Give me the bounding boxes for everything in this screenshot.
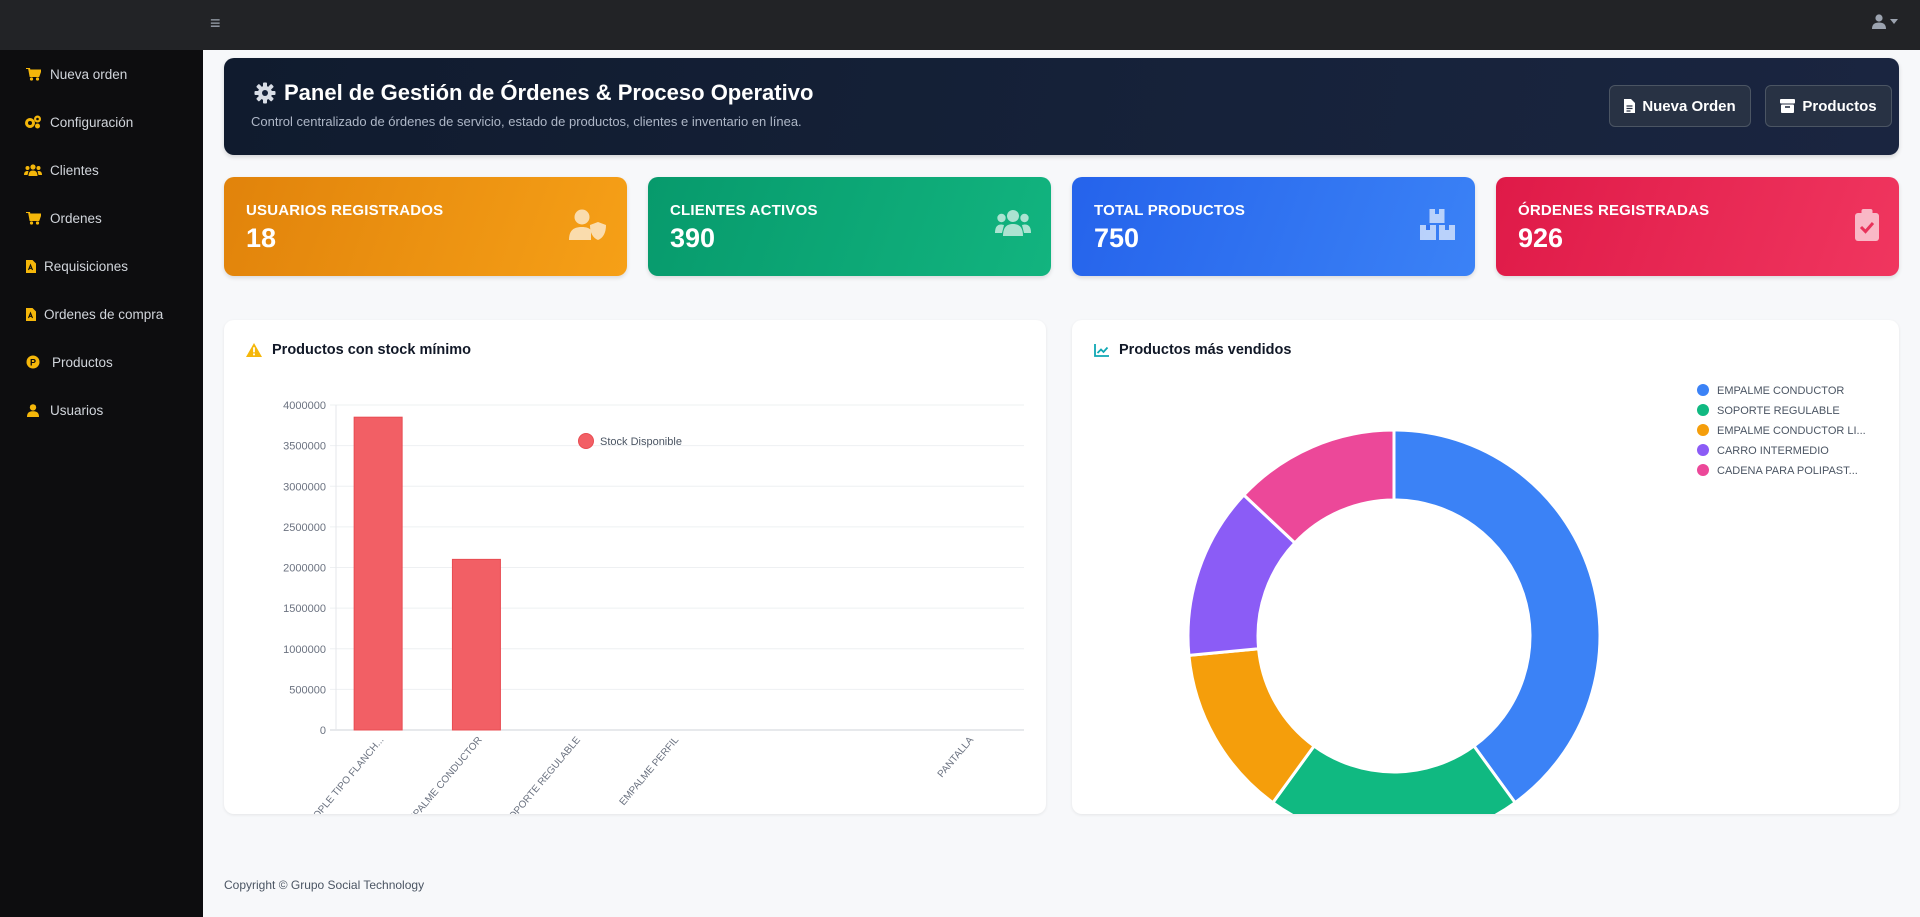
legend-label: SOPORTE REGULABLE <box>1717 405 1840 417</box>
stat-card-usuarios: USUARIOS REGISTRADOS 18 <box>224 177 627 276</box>
sidebar-item-productos[interactable]: P Productos <box>0 338 203 386</box>
sidebar-item-requisiciones[interactable]: Requisiciones <box>0 242 203 290</box>
stat-value: 18 <box>246 223 277 253</box>
sidebar-item-usuarios[interactable]: Usuarios <box>0 386 203 434</box>
products-label: Productos <box>1802 97 1877 115</box>
gears-icon <box>24 113 42 131</box>
top-navbar: ≡ <box>0 0 1920 50</box>
legend-label: CARRO INTERMEDIO <box>1717 445 1829 457</box>
svg-text:P: P <box>30 357 36 367</box>
legend-label: CADENA PARA POLIPAST... <box>1717 465 1858 477</box>
user-shield-icon <box>569 209 606 240</box>
x-tick-label: SOPORTE REGULABLE <box>503 735 583 814</box>
stock-bar-chart: 0 500000 1000000 1500000 2000000 2500000 30000… <box>283 400 1024 814</box>
sidebar: Nueva orden Configuración Clientes Orden… <box>0 50 203 917</box>
x-tick-label: EMPALME PERFIL <box>618 735 682 808</box>
sidebar-item-configuracion[interactable]: Configuración <box>0 98 203 146</box>
cart-icon <box>24 209 42 227</box>
user-menu[interactable] <box>1872 14 1898 29</box>
y-tick-label: 1000000 <box>283 644 326 656</box>
page-title-text: Panel de Gestión de Órdenes & Proceso Op… <box>284 80 814 105</box>
sidebar-item-nueva-orden[interactable]: Nueva orden <box>0 50 203 98</box>
legend-swatch <box>1697 384 1709 396</box>
stat-value: 926 <box>1518 223 1564 253</box>
legend-label: EMPALME CONDUCTOR LI... <box>1717 425 1866 437</box>
new-order-label: Nueva Orden <box>1642 97 1736 115</box>
sidebar-item-label: Configuración <box>50 114 134 130</box>
sidebar-item-label: Clientes <box>50 162 99 178</box>
stat-label: CLIENTES ACTIVOS <box>670 202 818 219</box>
stat-label: TOTAL PRODUCTOS <box>1094 202 1246 219</box>
legend-swatch <box>1697 464 1709 476</box>
gear-icon <box>254 82 276 104</box>
sidebar-item-ordenes[interactable]: Ordenes <box>0 194 203 242</box>
stat-label: USUARIOS REGISTRADOS <box>246 202 444 219</box>
pdf-file-icon <box>24 305 38 323</box>
legend-label: Stock Disponible <box>600 436 682 448</box>
users-icon <box>24 161 42 179</box>
legend-swatch <box>1697 444 1709 456</box>
y-tick-label: 1500000 <box>283 603 326 615</box>
sales-chart-card: Productos más vendidos EMPALME CONDUCTOR… <box>1072 320 1899 814</box>
page-title: Panel de Gestión de Órdenes & Proceso Op… <box>254 80 813 106</box>
y-tick-label: 3000000 <box>283 481 326 493</box>
dashboard-header: Panel de Gestión de Órdenes & Proceso Op… <box>224 58 1899 155</box>
boxes-icon <box>1420 209 1455 240</box>
user-icon <box>24 401 42 419</box>
x-tick-label: EMPALME CONDUCTOR <box>402 735 485 814</box>
legend-label: EMPALME CONDUCTOR <box>1717 385 1844 397</box>
bar <box>451 558 501 731</box>
pdf-file-icon <box>24 257 38 275</box>
new-order-button[interactable]: Nueva Orden <box>1609 85 1751 127</box>
stat-value: 390 <box>670 223 716 253</box>
sidebar-item-ordenes-de-compra[interactable]: Ordenes de compra <box>0 290 203 338</box>
stat-card-clientes: CLIENTES ACTIVOS 390 <box>648 177 1051 276</box>
donut-slice <box>1392 428 1602 805</box>
caret-down-icon <box>1890 19 1898 24</box>
product-badge-icon: P <box>24 353 42 371</box>
page-subtitle: Control centralizado de órdenes de servi… <box>251 114 802 129</box>
stat-card-productos: TOTAL PRODUCTOS 750 <box>1072 177 1475 276</box>
cart-icon <box>24 65 42 83</box>
legend-swatch <box>578 433 594 449</box>
users-icon <box>995 210 1031 236</box>
sidebar-item-label: Productos <box>52 354 113 370</box>
file-icon <box>1624 99 1636 113</box>
user-icon <box>1872 14 1886 29</box>
hamburger-icon[interactable]: ≡ <box>210 14 221 32</box>
sales-donut-chart: EMPALME CONDUCTOR SOPORTE REGULABLE EMPALM… <box>1186 384 1866 814</box>
y-tick-label: 2500000 <box>283 522 326 534</box>
y-tick-label: 500000 <box>289 684 326 696</box>
stat-card-ordenes: ÓRDENES REGISTRADAS 926 <box>1496 177 1899 276</box>
y-tick-label: 3500000 <box>283 441 326 453</box>
legend-swatch <box>1697 424 1709 436</box>
x-tick-label: PANTALLA <box>936 735 977 780</box>
legend-swatch <box>1697 404 1709 416</box>
footer-copyright: Copyright © Grupo Social Technology <box>224 878 425 892</box>
stat-value: 750 <box>1094 223 1140 253</box>
y-tick-label: 2000000 <box>283 563 326 575</box>
sidebar-item-label: Ordenes de compra <box>44 306 164 322</box>
clipboard-check-icon <box>1855 209 1879 241</box>
box-icon <box>1780 99 1796 113</box>
main-content: Panel de Gestión de Órdenes & Proceso Op… <box>203 50 1920 917</box>
products-button[interactable]: Productos <box>1765 85 1892 127</box>
x-tick-label: ACOPLE TIPO FLANCH... <box>302 735 386 814</box>
sidebar-item-label: Requisiciones <box>44 258 129 274</box>
donut-slice <box>1270 743 1518 814</box>
sidebar-item-label: Ordenes <box>50 210 102 226</box>
bar <box>353 416 403 731</box>
sidebar-item-label: Usuarios <box>50 402 104 418</box>
y-tick-label: 0 <box>320 725 326 737</box>
sidebar-item-label: Nueva orden <box>50 66 128 82</box>
stat-label: ÓRDENES REGISTRADAS <box>1518 202 1710 219</box>
stock-chart-card: Productos con stock mínimo 0 500000 100000… <box>224 320 1046 814</box>
sidebar-item-clientes[interactable]: Clientes <box>0 146 203 194</box>
y-tick-label: 4000000 <box>283 400 326 412</box>
